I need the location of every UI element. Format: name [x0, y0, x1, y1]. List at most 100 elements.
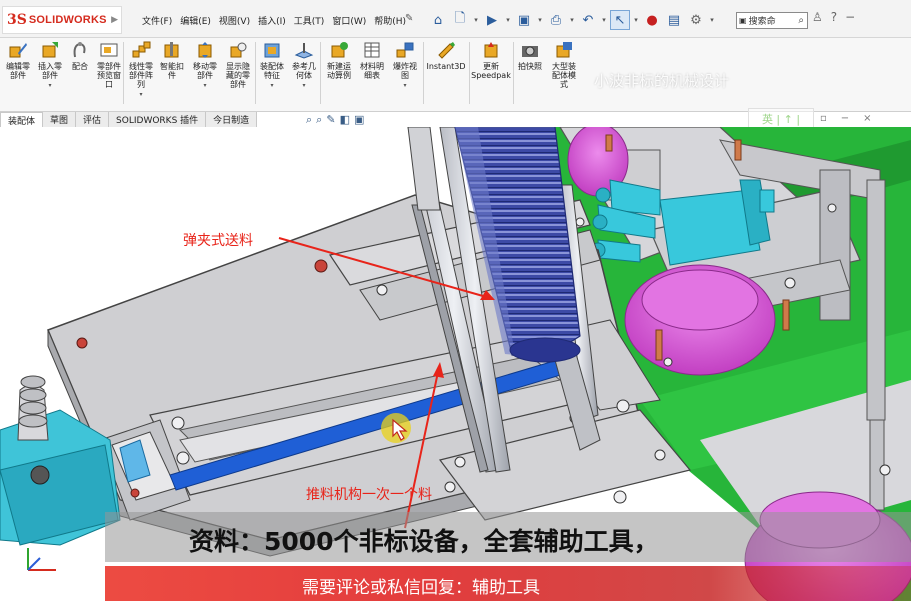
save-icon[interactable]: ▣	[514, 10, 534, 30]
ribbon-separator	[513, 42, 514, 104]
tab-evaluate[interactable]: 评估	[76, 112, 110, 127]
viewport-window-controls: ▫ − ×	[820, 113, 872, 124]
zoom-to-fit-icon[interactable]: ⌕	[306, 113, 312, 127]
restore-icon[interactable]: ▫	[820, 113, 827, 124]
chevron-down-icon[interactable]: ▾	[403, 81, 406, 90]
take-snapshot-button[interactable]: 拍快照	[516, 40, 544, 71]
push-annotation: 推料机构一次一个料	[306, 487, 432, 503]
section-view-icon[interactable]: ◧	[340, 113, 350, 127]
chevron-down-icon[interactable]: ▾	[600, 10, 608, 30]
mate-icon	[69, 40, 91, 60]
instant3d-button[interactable]: Instant3D	[426, 40, 466, 71]
open-icon[interactable]: ▶	[482, 10, 502, 30]
large-assembly-mode-button[interactable]: 大型装 配体模 式	[548, 40, 580, 89]
title-right-icons: ♙ ? −	[812, 10, 855, 24]
chevron-down-icon[interactable]: ▾	[302, 81, 305, 90]
standard-toolbar: ⌂ 🗋 ▾ ▶ ▾ ▣ ▾ ⎙ ▾ ↶ ▾ ↖ ▾ ● ▤ ⚙ ▾	[428, 8, 716, 32]
chevron-down-icon[interactable]: ▾	[504, 10, 512, 30]
feed-annotation: 弹夹式送料	[183, 233, 253, 249]
edit-component-button[interactable]: 编辑零 部件	[4, 40, 32, 80]
reference-geometry-button[interactable]: 参考几 何体 ▾	[290, 40, 318, 90]
user-icon[interactable]: ♙	[812, 10, 823, 24]
chevron-down-icon[interactable]: ▾	[472, 10, 480, 30]
search-label: 搜索命	[748, 17, 776, 27]
promo-caption-sub: 需要评论或私信回复：辅助工具	[105, 566, 911, 601]
snapshot-icon	[519, 40, 541, 60]
chevron-down-icon[interactable]: ▾	[708, 10, 716, 30]
exploded-view-button[interactable]: 爆炸视 图 ▾	[390, 40, 420, 90]
exploded-view-icon	[394, 40, 416, 60]
linear-pattern-button[interactable]: 线性零 部件阵 列 ▾	[126, 40, 156, 99]
chevron-down-icon[interactable]: ▾	[203, 81, 206, 90]
help-icon[interactable]: ?	[831, 10, 837, 24]
ribbon-separator	[123, 42, 124, 104]
promo-caption-main: 资料：5000个非标设备，全套辅助工具，	[105, 512, 911, 562]
zoom-area-icon[interactable]: ⌕	[316, 113, 322, 127]
solidworks-logo[interactable]: 3S SOLIDWORKS ▶	[2, 6, 122, 34]
minimize-viewport-icon[interactable]: −	[841, 113, 849, 124]
tab-addins[interactable]: SOLIDWORKS 插件	[109, 112, 207, 127]
close-viewport-icon[interactable]: ×	[863, 113, 871, 124]
instant3d-icon	[435, 40, 457, 60]
pin-icon[interactable]: ✎	[405, 13, 413, 24]
minimize-icon[interactable]: −	[845, 10, 855, 24]
gear-icon[interactable]: ⚙	[686, 10, 706, 30]
insert-component-button[interactable]: 插入零 部件 ▾	[36, 40, 64, 90]
menu-view[interactable]: 视图(V)	[215, 14, 254, 27]
title-bar: 3S SOLIDWORKS ▶ 文件(F) 编辑(E) 视图(V) 插入(I) …	[0, 0, 911, 38]
tab-manufacturing[interactable]: 今日制造	[206, 112, 258, 127]
component-preview-button[interactable]: 零部件 预览窗 口	[94, 40, 124, 89]
search-icon[interactable]: ⌕	[798, 15, 804, 26]
ds-logo-mark: 3S	[7, 12, 27, 28]
new-document-icon[interactable]: 🗋	[450, 10, 470, 30]
command-tabs: 装配体 草图 评估 SOLIDWORKS 插件 今日制造	[0, 112, 258, 127]
move-component-button[interactable]: 移动零 部件 ▾	[190, 40, 220, 90]
reference-geometry-icon	[293, 40, 315, 60]
linear-pattern-icon	[130, 40, 152, 60]
chevron-down-icon[interactable]: ▾	[139, 90, 142, 99]
bom-button[interactable]: 材料明 细表	[358, 40, 386, 80]
chevron-down-icon[interactable]: ▾	[270, 81, 273, 90]
select-cursor-icon[interactable]: ↖	[610, 10, 630, 30]
edit-component-icon	[7, 40, 29, 60]
chevron-down-icon[interactable]: ▾	[632, 10, 640, 30]
tab-assembly[interactable]: 装配体	[0, 112, 44, 127]
print-icon[interactable]: ⎙	[546, 10, 566, 30]
previous-view-icon[interactable]: ✎	[326, 113, 335, 127]
mate-button[interactable]: 配合	[68, 40, 92, 71]
menu-edit[interactable]: 编辑(E)	[176, 14, 215, 27]
command-search-icon: ▣	[739, 16, 747, 25]
chevron-down-icon[interactable]: ▾	[48, 81, 51, 90]
smart-fastener-button[interactable]: 智能扣 件	[158, 40, 186, 80]
new-motion-study-button[interactable]: 新建运 动算例	[324, 40, 354, 80]
ribbon-separator	[255, 42, 256, 104]
show-hidden-icon	[227, 40, 249, 60]
smart-fastener-icon	[161, 40, 183, 60]
move-component-icon	[194, 40, 216, 60]
promo-caption-main-text: 资料：5000个非标设备，全套辅助工具，	[189, 527, 659, 556]
show-hidden-button[interactable]: 显示隐 藏的零 部件	[222, 40, 254, 89]
component-preview-icon	[98, 40, 120, 60]
chevron-down-icon[interactable]: ▾	[568, 10, 576, 30]
traffic-light-icon[interactable]: ●	[642, 10, 662, 30]
home-icon[interactable]: ⌂	[428, 10, 448, 30]
chevron-down-icon[interactable]: ▾	[536, 10, 544, 30]
menu-tools[interactable]: 工具(T)	[290, 14, 329, 27]
file-properties-icon[interactable]: ▤	[664, 10, 684, 30]
assembly-feature-button[interactable]: 装配体 特征 ▾	[258, 40, 286, 90]
view-orientation-icon[interactable]: ▣	[354, 113, 364, 127]
search-input[interactable]: ▣ 搜索命 ⌕	[736, 12, 808, 29]
promo-caption-sub-text: 需要评论或私信回复：辅助工具	[302, 578, 540, 598]
axis-triad-icon	[27, 548, 56, 571]
tab-sketch[interactable]: 草图	[43, 112, 77, 127]
ribbon-separator	[320, 42, 321, 104]
menu-insert[interactable]: 插入(I)	[254, 14, 290, 27]
menu-window[interactable]: 窗口(W)	[328, 14, 370, 27]
menu-file[interactable]: 文件(F)	[138, 14, 176, 27]
undo-icon[interactable]: ↶	[578, 10, 598, 30]
bom-icon	[361, 40, 383, 60]
heads-up-view-toolbar: ⌕ ⌕ ✎ ◧ ▣	[306, 113, 364, 127]
ribbon-separator	[423, 42, 424, 104]
insert-component-icon	[39, 40, 61, 60]
update-speedpak-button[interactable]: 更新 Speedpak	[470, 40, 512, 80]
